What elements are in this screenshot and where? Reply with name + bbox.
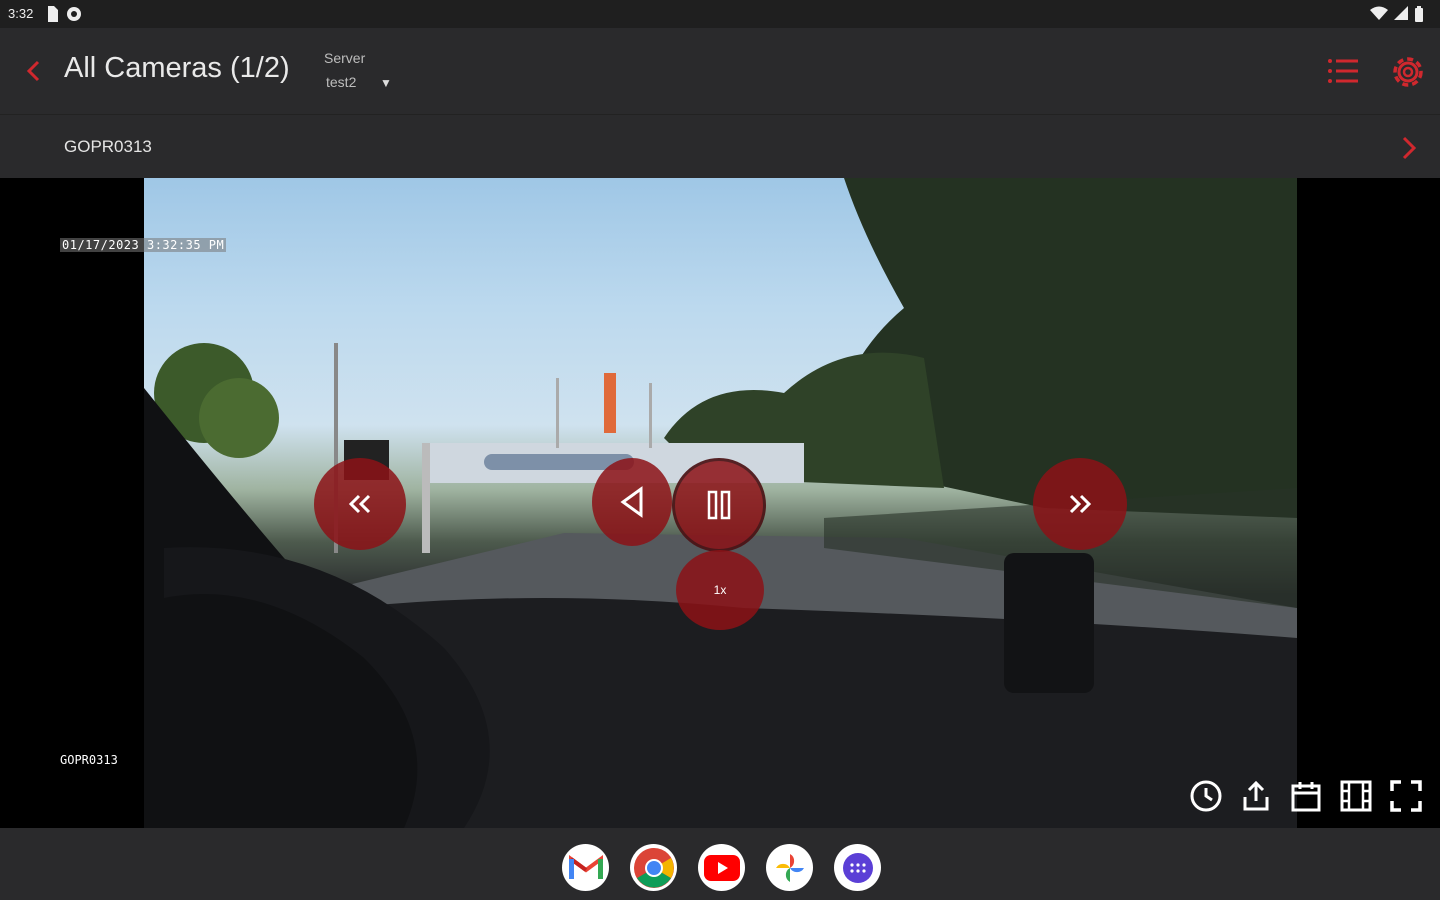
history-button[interactable] bbox=[1188, 778, 1224, 814]
photos-app-icon[interactable] bbox=[766, 844, 813, 891]
calendar-icon bbox=[1291, 782, 1321, 812]
calendar-button[interactable] bbox=[1288, 778, 1324, 814]
video-player[interactable]: 01/17/2023 3:32:35 PM GOPR0313 1x bbox=[0, 178, 1440, 828]
app-drawer-icon[interactable] bbox=[834, 844, 881, 891]
app-bar: All Cameras (1/2) Server test2 ▼ bbox=[0, 28, 1440, 114]
play-reverse-button[interactable] bbox=[592, 458, 672, 546]
chevron-left-icon bbox=[26, 60, 40, 82]
photos-icon bbox=[775, 853, 804, 882]
caret-down-icon: ▼ bbox=[380, 76, 392, 90]
overlay-datetime: 01/17/2023 3:32:35 PM bbox=[60, 238, 227, 252]
gmail-app-icon[interactable] bbox=[562, 844, 609, 891]
camera-list-button[interactable] bbox=[1324, 52, 1364, 90]
share-icon bbox=[1243, 780, 1269, 811]
gmail-icon bbox=[568, 854, 603, 879]
settings-button[interactable] bbox=[1386, 50, 1430, 94]
gear-icon bbox=[1393, 57, 1423, 87]
status-bar: 3:32 bbox=[0, 0, 1440, 28]
grid-dots-icon bbox=[849, 862, 866, 873]
clock-icon bbox=[1190, 780, 1222, 812]
status-system-icons bbox=[1370, 6, 1424, 22]
server-value: test2 bbox=[326, 74, 357, 90]
camera-bar: GOPR0313 bbox=[0, 114, 1440, 179]
pause-icon bbox=[707, 490, 731, 520]
app-drawer-dots bbox=[842, 852, 873, 883]
overlay-camera-name: GOPR0313 bbox=[60, 753, 118, 767]
status-time: 3:32 bbox=[8, 6, 34, 21]
back-button[interactable] bbox=[18, 56, 48, 86]
youtube-app-icon[interactable] bbox=[698, 844, 745, 891]
clips-button[interactable] bbox=[1338, 778, 1374, 814]
dock-apps bbox=[562, 844, 881, 891]
speed-label: 1x bbox=[713, 583, 727, 597]
fullscreen-icon bbox=[1390, 780, 1422, 812]
fullscreen-button[interactable] bbox=[1388, 778, 1424, 814]
next-camera-button[interactable] bbox=[1394, 133, 1424, 163]
chrome-icon bbox=[633, 847, 674, 888]
settings-status-icon bbox=[67, 7, 81, 21]
server-label: Server bbox=[324, 50, 366, 66]
wifi-icon bbox=[1370, 6, 1388, 20]
chevron-right-icon bbox=[1402, 136, 1417, 160]
server-selector[interactable]: Server test2 ▼ bbox=[324, 50, 404, 96]
taskbar-dock bbox=[0, 828, 1440, 900]
list-icon bbox=[1328, 59, 1358, 83]
rewind-button[interactable] bbox=[314, 458, 406, 550]
double-chevron-right-icon bbox=[1069, 494, 1092, 514]
fast-forward-button[interactable] bbox=[1033, 458, 1127, 550]
camera-name: GOPR0313 bbox=[64, 137, 152, 156]
signal-icon bbox=[1394, 6, 1408, 20]
film-icon bbox=[1340, 780, 1372, 812]
share-button[interactable] bbox=[1238, 778, 1274, 814]
playback-speed-button[interactable]: 1x bbox=[676, 550, 764, 630]
pause-button[interactable] bbox=[672, 458, 766, 552]
double-chevron-left-icon bbox=[348, 494, 371, 514]
page-title: All Cameras (1/2) bbox=[64, 52, 290, 84]
play-reverse-icon bbox=[620, 486, 643, 518]
youtube-icon bbox=[703, 854, 740, 881]
status-notification-icons bbox=[46, 6, 82, 22]
video-toolbar bbox=[1188, 778, 1424, 814]
chrome-app-icon[interactable] bbox=[630, 844, 677, 891]
sim-card-icon bbox=[48, 6, 58, 22]
battery-icon bbox=[1415, 6, 1423, 22]
